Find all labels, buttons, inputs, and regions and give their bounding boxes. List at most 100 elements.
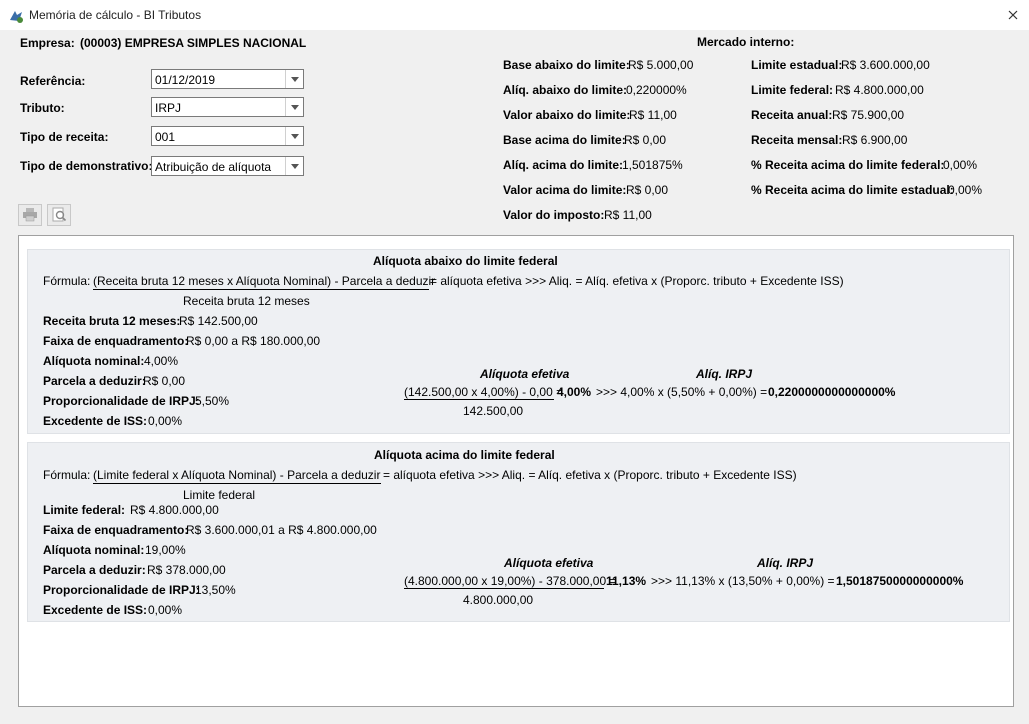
- panel1-calc-middle: >>> 4,00% x (5,50% + 0,00%) =: [596, 385, 768, 399]
- mercado-left-value: R$ 5.000,00: [628, 58, 694, 72]
- mercado-right-value: R$ 75.900,00: [832, 108, 905, 122]
- panel2-calc-result: 11,13%: [606, 574, 647, 588]
- mercado-left-label: Alíq. abaixo do limite:: [503, 83, 628, 97]
- panel1-field-label: Proporcionalidade de IRPJ:: [43, 394, 200, 408]
- tributo-value: IRPJ: [155, 101, 182, 115]
- panel1-calc-result: 4,00%: [557, 385, 592, 399]
- mercado-left-label: Alíq. acima do limite:: [503, 158, 624, 172]
- mercado-right-value: R$ 6.900,00: [842, 133, 908, 147]
- chevron-down-icon[interactable]: [285, 157, 303, 175]
- panel2-formula-suffix: = alíquota efetiva >>> Aliq. = Alíq. efe…: [383, 468, 797, 482]
- mercado-left-label: Valor abaixo do limite:: [503, 108, 631, 122]
- panel1-calc-title-left: Alíquota efetiva: [480, 367, 570, 381]
- panel1-field-label: Excedente de ISS:: [43, 414, 148, 428]
- panel1-formula-fraction-line: [93, 289, 429, 290]
- mercado-right-label: Limite federal:: [751, 83, 834, 97]
- mercado-right-label: Limite estadual:: [751, 58, 843, 72]
- tributo-combo[interactable]: IRPJ: [151, 97, 304, 117]
- panel2-formula-denominator: Limite federal: [183, 488, 256, 502]
- panel2-field-value: R$ 3.600.000,01 a R$ 4.800.000,00: [186, 523, 377, 537]
- panel1-field-value: R$ 142.500,00: [179, 314, 258, 328]
- panel2-field-label: Limite federal:: [43, 503, 126, 517]
- panel2-calc-fraction-line: [404, 588, 604, 589]
- empresa-label: Empresa:: [20, 36, 75, 50]
- chevron-down-icon[interactable]: [285, 70, 303, 88]
- panel2-field-value: 13,50%: [195, 583, 236, 597]
- mercado-left-value: 1,501875%: [622, 158, 683, 172]
- title-bar: Memória de cálculo - BI Tributos: [0, 0, 1029, 30]
- mercado-right-label: % Receita acima do limite estadual:: [751, 183, 954, 197]
- panel1-calc-numerator: (142.500,00 x 4,00%) - 0,00 =: [404, 385, 564, 399]
- panel2-formula-prefix: Fórmula:: [43, 468, 91, 482]
- mercado-right-label: Receita anual:: [751, 108, 833, 122]
- tipo-receita-value: 001: [155, 130, 176, 144]
- print-preview-icon: [52, 207, 67, 222]
- panel1-field-label: Faixa de enquadramento:: [43, 334, 189, 348]
- panel2-field-value: R$ 378.000,00: [147, 563, 226, 577]
- panel1-formula-denominator: Receita bruta 12 meses: [183, 294, 310, 308]
- panel1-title: Alíquota abaixo do limite federal: [373, 254, 558, 268]
- panel1-formula-numerator: (Receita bruta 12 meses x Alíquota Nomin…: [93, 274, 436, 288]
- tipo-receita-label: Tipo de receita:: [20, 130, 109, 144]
- mercado-left-value: R$ 0,00: [626, 183, 669, 197]
- panel2-formula-fraction-line: [93, 483, 381, 484]
- panel2-calc-title-left: Alíquota efetiva: [504, 556, 594, 570]
- panel2-field-value: R$ 4.800.000,00: [130, 503, 219, 517]
- panel2-field-label: Excedente de ISS:: [43, 603, 148, 617]
- panel1-field-label: Parcela a deduzir:: [43, 374, 146, 388]
- window-title: Memória de cálculo - BI Tributos: [29, 8, 202, 22]
- panel1-field-value: R$ 0,00: [143, 374, 186, 388]
- mercado-left-label: Base abaixo do limite:: [503, 58, 630, 72]
- referencia-label: Referência:: [20, 74, 86, 88]
- mercado-right-value: 0,00%: [948, 183, 983, 197]
- mercado-left-label: Valor do imposto:: [503, 208, 605, 222]
- referencia-combo[interactable]: 01/12/2019: [151, 69, 304, 89]
- close-button[interactable]: [1000, 4, 1026, 26]
- tributo-label: Tributo:: [20, 101, 65, 115]
- empresa-value: (00003) EMPRESA SIMPLES NACIONAL: [80, 36, 307, 50]
- panel1-field-label: Alíquota nominal:: [43, 354, 145, 368]
- chevron-down-icon[interactable]: [285, 98, 303, 116]
- referencia-value: 01/12/2019: [155, 73, 216, 87]
- mercado-left-label: Valor acima do limite:: [503, 183, 627, 197]
- panel2-field-label: Proporcionalidade de IRPJ:: [43, 583, 200, 597]
- printer-icon: [23, 208, 37, 222]
- panel1-field-value: R$ 0,00 a R$ 180.000,00: [186, 334, 321, 348]
- tipo-receita-combo[interactable]: 001: [151, 126, 304, 146]
- panel1-calc-final: 0,2200000000000000%: [768, 385, 896, 399]
- mercado-right-value: R$ 3.600.000,00: [841, 58, 930, 72]
- panel2-field-value: 19,00%: [145, 543, 186, 557]
- print-preview-button[interactable]: [47, 204, 71, 226]
- panel2-calc-denominator: 4.800.000,00: [463, 593, 534, 607]
- panel2-field-label: Alíquota nominal:: [43, 543, 145, 557]
- panel2-field-value: 0,00%: [148, 603, 183, 617]
- panel1-calc-title-right: Alíq. IRPJ: [696, 367, 753, 381]
- mercado-left-label: Base acima do limite:: [503, 133, 626, 147]
- panel1-calc-fraction-line: [404, 399, 554, 400]
- tipo-demonstrativo-label: Tipo de demonstrativo:: [20, 159, 153, 173]
- tipo-demonstrativo-value: Atribuição de alíquota: [155, 160, 272, 174]
- chevron-down-icon[interactable]: [285, 127, 303, 145]
- panel1-field-value: 0,00%: [148, 414, 183, 428]
- mercado-left-value: R$ 11,00: [629, 108, 677, 122]
- mercado-left-value: R$ 11,00: [604, 208, 652, 222]
- panel2-field-label: Parcela a deduzir:: [43, 563, 146, 577]
- tipo-demonstrativo-combo[interactable]: Atribuição de alíquota: [151, 156, 304, 176]
- panel1-calc-denominator: 142.500,00: [463, 404, 524, 418]
- print-button[interactable]: [18, 204, 42, 226]
- mercado-right-value: 0,00%: [943, 158, 978, 172]
- panel2-title: Alíquota acima do limite federal: [374, 448, 555, 462]
- panel2-calc-numerator: (4.800.000,00 x 19,00%) - 378.000,00 =: [404, 574, 617, 588]
- panel1-formula-suffix: = alíquota efetiva >>> Aliq. = Alíq. efe…: [430, 274, 844, 288]
- panel2-calc-final: 1,5018750000000000%: [836, 574, 964, 588]
- panel2-calc-middle: >>> 11,13% x (13,50% + 0,00%) =: [651, 574, 835, 588]
- panel1-field-value: 4,00%: [144, 354, 179, 368]
- close-icon: [1008, 10, 1018, 20]
- mercado-left-value: 0,220000%: [626, 83, 687, 97]
- mercado-left-value: R$ 0,00: [624, 133, 667, 147]
- panel2-formula-numerator: (Limite federal x Alíquota Nominal) - Pa…: [93, 468, 381, 482]
- panel2-field-label: Faixa de enquadramento:: [43, 523, 189, 537]
- panel2-calc-title-right: Alíq. IRPJ: [757, 556, 814, 570]
- panel1-formula-prefix: Fórmula:: [43, 274, 91, 288]
- mercado-right-label: Receita mensal:: [751, 133, 843, 147]
